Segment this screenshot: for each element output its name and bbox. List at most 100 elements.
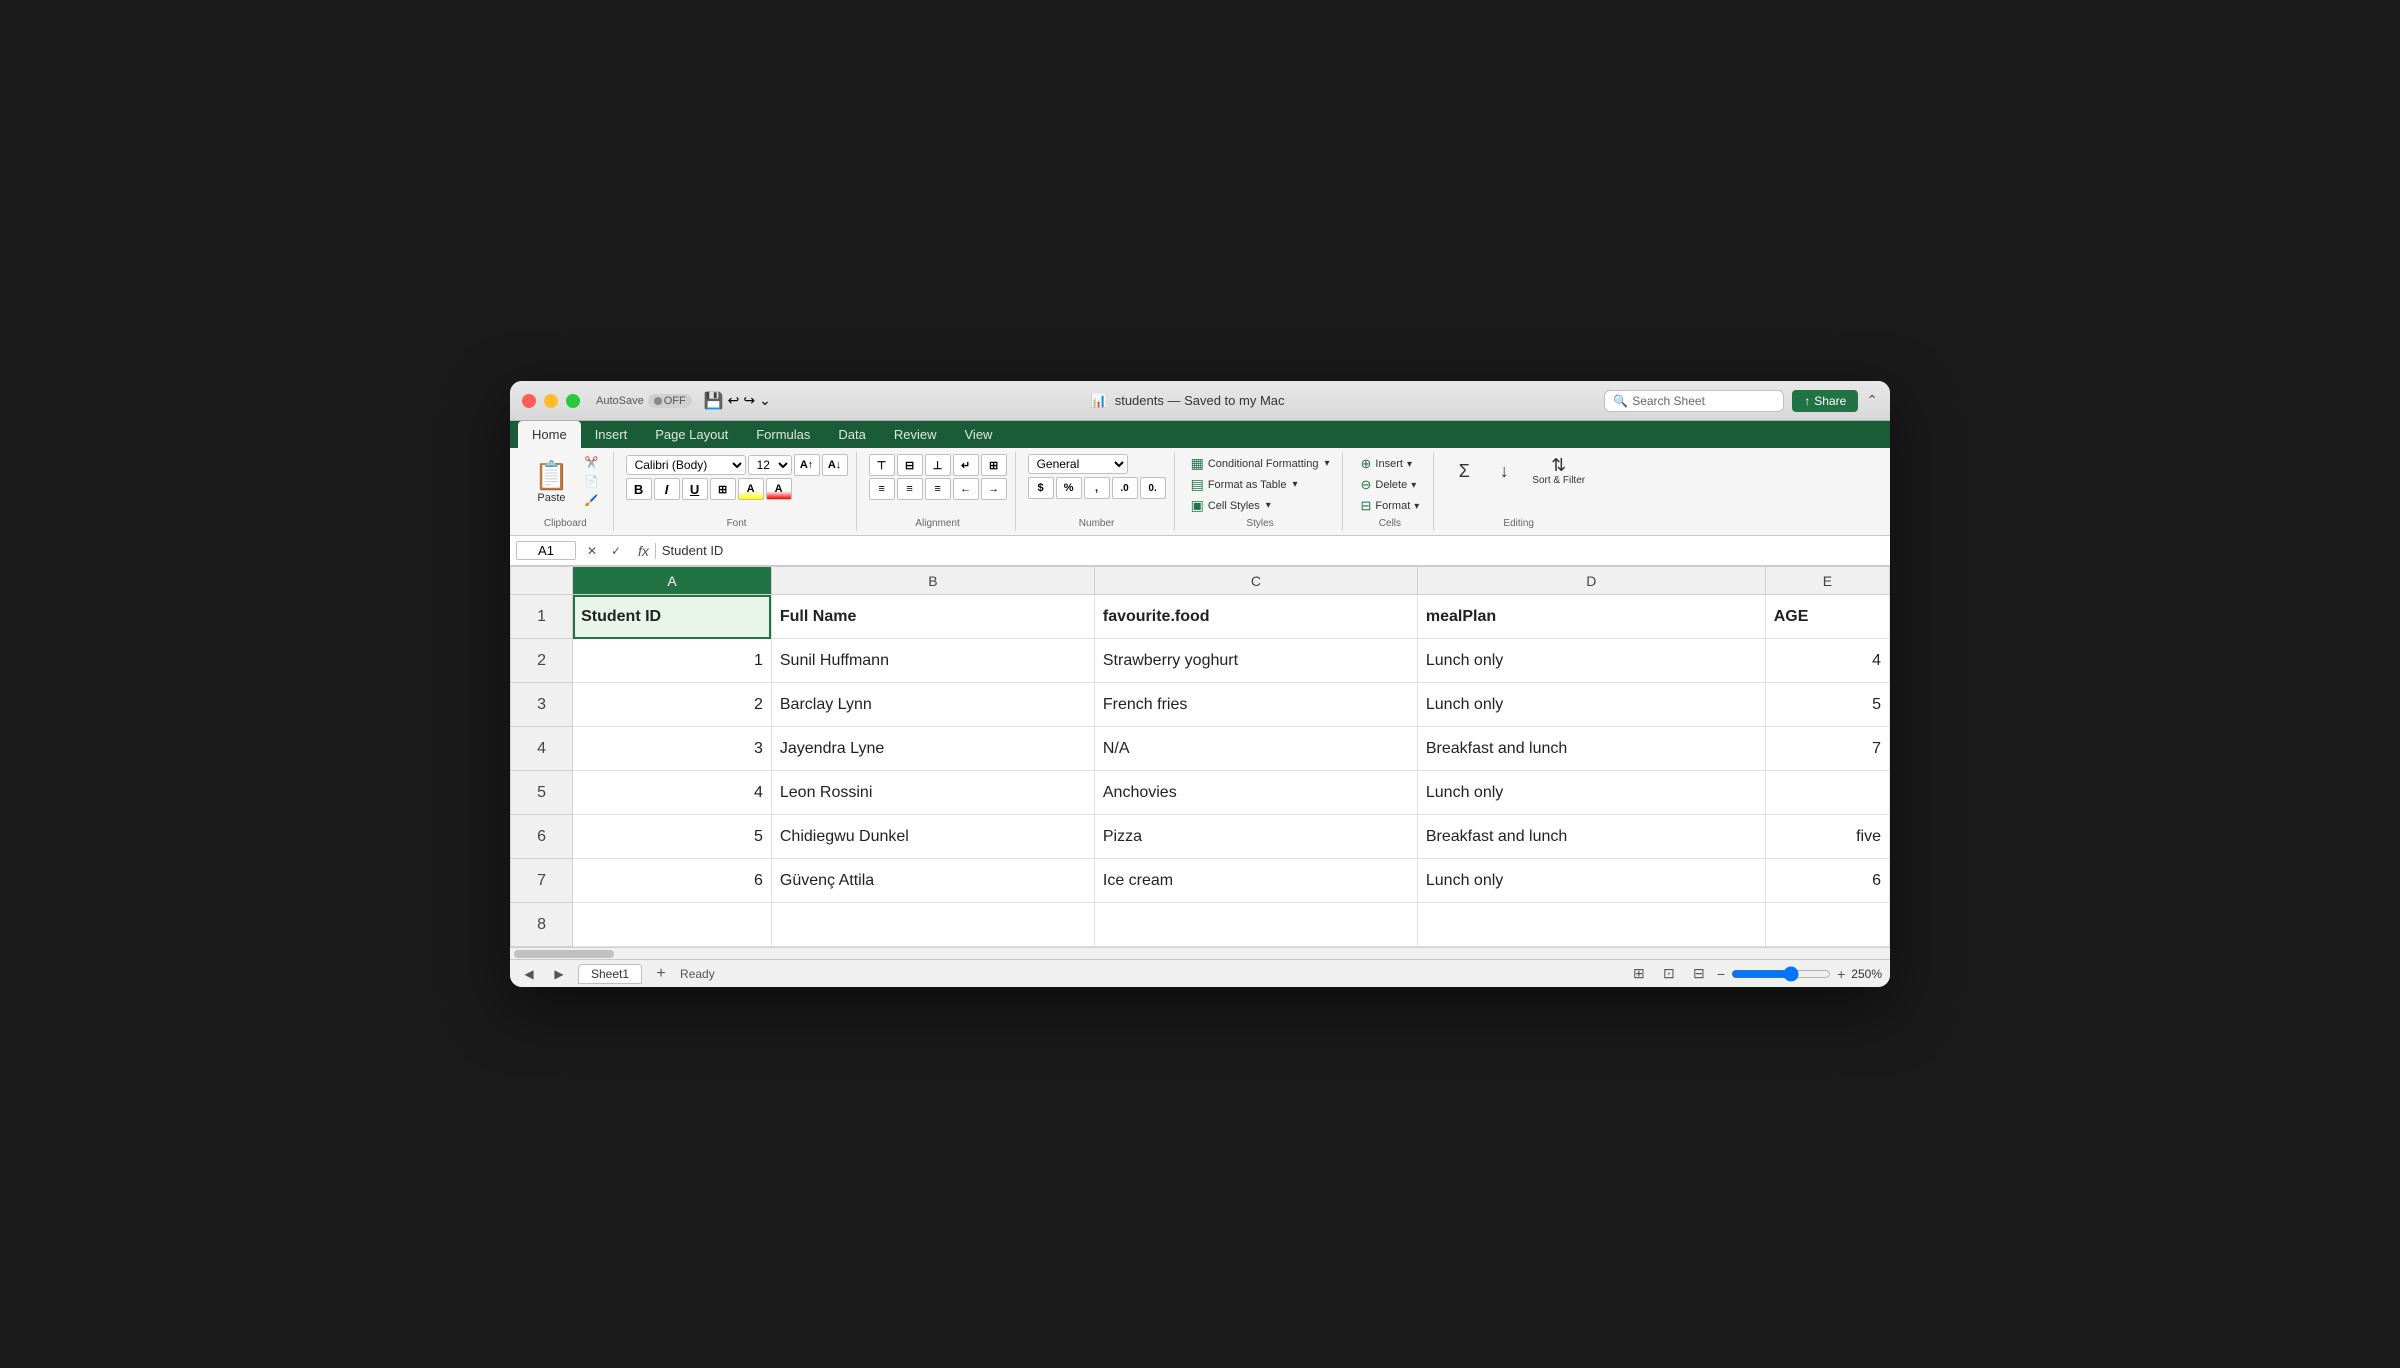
- row-header[interactable]: 3: [511, 683, 573, 727]
- cell[interactable]: Pizza: [1094, 815, 1417, 859]
- align-center-button[interactable]: ≡: [897, 478, 923, 500]
- customize-icon[interactable]: ⌄: [759, 392, 771, 409]
- col-header-b[interactable]: B: [771, 567, 1094, 595]
- increase-font-button[interactable]: A↑: [794, 454, 820, 476]
- comma-button[interactable]: ,: [1084, 477, 1110, 499]
- row-header[interactable]: 7: [511, 859, 573, 903]
- underline-button[interactable]: U: [682, 478, 708, 500]
- font-color-button[interactable]: A: [766, 478, 792, 500]
- cell[interactable]: Anchovies: [1094, 771, 1417, 815]
- merge-button[interactable]: ⊞: [981, 454, 1007, 476]
- cell[interactable]: Jayendra Lyne: [771, 727, 1094, 771]
- cell[interactable]: 3: [573, 727, 772, 771]
- window-controls-icon[interactable]: ⌃: [1866, 392, 1878, 409]
- cell[interactable]: Barclay Lynn: [771, 683, 1094, 727]
- cell[interactable]: French fries: [1094, 683, 1417, 727]
- tab-formulas[interactable]: Formulas: [742, 421, 824, 448]
- maximize-button[interactable]: [566, 394, 580, 408]
- cell[interactable]: Strawberry yoghurt: [1094, 639, 1417, 683]
- row-header[interactable]: 5: [511, 771, 573, 815]
- row-header[interactable]: 6: [511, 815, 573, 859]
- bold-button[interactable]: B: [626, 478, 652, 500]
- cell[interactable]: [1417, 903, 1765, 947]
- page-layout-view-button[interactable]: ⊡: [1657, 962, 1681, 986]
- cell[interactable]: Ice cream: [1094, 859, 1417, 903]
- tab-insert[interactable]: Insert: [581, 421, 642, 448]
- row-header[interactable]: 4: [511, 727, 573, 771]
- fill-button[interactable]: ↓: [1486, 454, 1522, 488]
- cell[interactable]: Chidiegwu Dunkel: [771, 815, 1094, 859]
- row-header[interactable]: 1: [511, 595, 573, 639]
- col-header-d[interactable]: D: [1417, 567, 1765, 595]
- cell[interactable]: Sunil Huffmann: [771, 639, 1094, 683]
- tab-page-layout[interactable]: Page Layout: [641, 421, 742, 448]
- cell[interactable]: [573, 903, 772, 947]
- cell[interactable]: Lunch only: [1417, 859, 1765, 903]
- cell[interactable]: Güvenç Attila: [771, 859, 1094, 903]
- zoom-slider[interactable]: [1731, 966, 1831, 982]
- decrease-font-button[interactable]: A↓: [822, 454, 848, 476]
- insert-button[interactable]: ⊕ Insert ▾: [1355, 454, 1426, 474]
- cell[interactable]: 5: [573, 815, 772, 859]
- number-format-select[interactable]: General: [1028, 454, 1128, 474]
- cell[interactable]: mealPlan: [1417, 595, 1765, 639]
- prev-sheet-button[interactable]: ◀: [518, 963, 540, 985]
- undo-icon[interactable]: ↩: [728, 392, 740, 409]
- cell[interactable]: 4: [573, 771, 772, 815]
- cell[interactable]: Lunch only: [1417, 771, 1765, 815]
- decrease-indent-button[interactable]: ←: [953, 478, 979, 500]
- cell[interactable]: favourite.food: [1094, 595, 1417, 639]
- decrease-decimal-button[interactable]: .0: [1112, 477, 1138, 499]
- row-header[interactable]: 2: [511, 639, 573, 683]
- redo-icon[interactable]: ↪: [743, 392, 755, 409]
- function-icon[interactable]: fx: [632, 543, 656, 559]
- col-header-a[interactable]: A: [573, 567, 772, 595]
- cell[interactable]: Leon Rossini: [771, 771, 1094, 815]
- formula-content[interactable]: Student ID: [662, 543, 1884, 558]
- autosave-toggle[interactable]: OFF: [648, 394, 692, 408]
- font-family-select[interactable]: Calibri (Body): [626, 455, 746, 475]
- cell[interactable]: N/A: [1094, 727, 1417, 771]
- cell[interactable]: 2: [573, 683, 772, 727]
- cell[interactable]: 1: [573, 639, 772, 683]
- cell[interactable]: Student ID: [573, 595, 772, 639]
- cell[interactable]: 4: [1765, 639, 1889, 683]
- cell[interactable]: Breakfast and lunch: [1417, 727, 1765, 771]
- copy-button[interactable]: 📄: [579, 473, 605, 490]
- cell[interactable]: Full Name: [771, 595, 1094, 639]
- add-sheet-button[interactable]: +: [650, 963, 672, 985]
- page-break-view-button[interactable]: ⊟: [1687, 962, 1711, 986]
- fill-color-button[interactable]: A: [738, 478, 764, 500]
- align-top-button[interactable]: ⊤: [869, 454, 895, 476]
- align-right-button[interactable]: ≡: [925, 478, 951, 500]
- next-sheet-button[interactable]: ▶: [548, 963, 570, 985]
- cell[interactable]: [771, 903, 1094, 947]
- cut-button[interactable]: ✂️: [579, 454, 605, 471]
- cell[interactable]: [1765, 903, 1889, 947]
- zoom-plus-icon[interactable]: +: [1837, 966, 1845, 982]
- minimize-button[interactable]: [544, 394, 558, 408]
- share-button[interactable]: ↑ Share: [1792, 390, 1858, 412]
- horizontal-scrollbar[interactable]: [510, 947, 1890, 959]
- cancel-formula-button[interactable]: ✕: [582, 541, 602, 561]
- search-box[interactable]: 🔍 Search Sheet: [1604, 390, 1784, 412]
- delete-button[interactable]: ⊖ Delete ▾: [1355, 475, 1426, 495]
- cell[interactable]: AGE: [1765, 595, 1889, 639]
- sheet1-tab[interactable]: Sheet1: [578, 964, 642, 984]
- spreadsheet-container[interactable]: A B C D E 1Student IDFull Namefavourite.…: [510, 566, 1890, 947]
- font-size-select[interactable]: 12: [748, 455, 792, 475]
- cell[interactable]: Lunch only: [1417, 639, 1765, 683]
- cell[interactable]: 6: [573, 859, 772, 903]
- col-header-c[interactable]: C: [1094, 567, 1417, 595]
- currency-button[interactable]: $: [1028, 477, 1054, 499]
- italic-button[interactable]: I: [654, 478, 680, 500]
- tab-data[interactable]: Data: [824, 421, 879, 448]
- col-header-e[interactable]: E: [1765, 567, 1889, 595]
- align-left-button[interactable]: ≡: [869, 478, 895, 500]
- cell[interactable]: five: [1765, 815, 1889, 859]
- confirm-formula-button[interactable]: ✓: [606, 541, 626, 561]
- sort-filter-button[interactable]: ⇅ Sort & Filter: [1526, 454, 1591, 488]
- sum-button[interactable]: Σ: [1446, 454, 1482, 488]
- scrollbar-thumb[interactable]: [514, 950, 614, 958]
- cell[interactable]: 7: [1765, 727, 1889, 771]
